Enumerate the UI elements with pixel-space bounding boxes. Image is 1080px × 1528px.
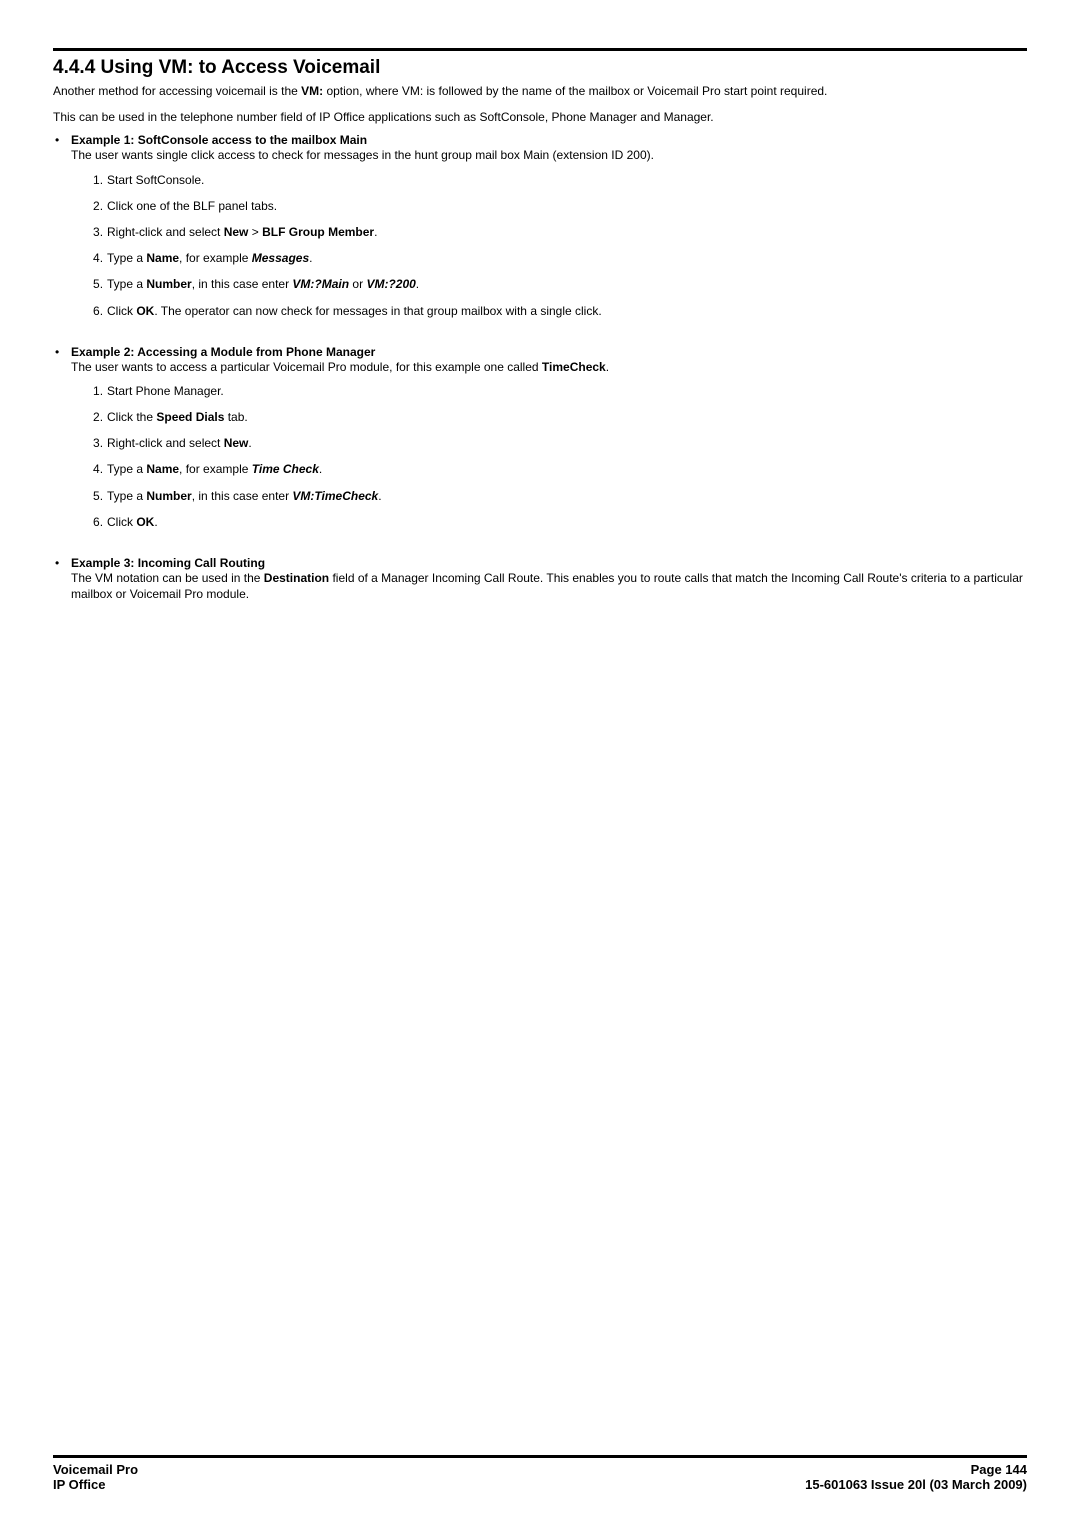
page-footer: Voicemail Pro IP Office Page 144 15-6010… <box>53 1455 1027 1492</box>
example-desc: The user wants single click access to ch… <box>71 147 1027 163</box>
text: Type a <box>107 251 146 265</box>
text: Right-click and select <box>107 436 224 450</box>
text: . <box>374 225 377 239</box>
step: Type a Number, in this case enter VM:Tim… <box>93 488 1027 504</box>
footer-product2: IP Office <box>53 1477 138 1492</box>
page-content: 4.4.4 Using VM: to Access Voicemail Anot… <box>53 48 1027 602</box>
steps-list: Start Phone Manager. Click the Speed Dia… <box>71 383 1027 530</box>
text-bold: VM: <box>301 84 323 98</box>
text: . <box>606 360 609 374</box>
examples-list: Example 1: SoftConsole access to the mai… <box>53 133 1027 602</box>
step: Start SoftConsole. <box>93 172 1027 188</box>
text: Type a <box>107 462 146 476</box>
text-bold: BLF Group Member <box>262 225 374 239</box>
footer-left: Voicemail Pro IP Office <box>53 1462 138 1492</box>
example-title: Example 2: Accessing a Module from Phone… <box>71 345 1027 359</box>
text-bold: OK <box>136 515 154 529</box>
text-bold: Number <box>146 277 191 291</box>
text-bold-italic: Time Check <box>252 462 319 476</box>
text-bold: Speed Dials <box>156 410 224 424</box>
text: The VM notation can be used in the <box>71 571 264 585</box>
footer-right: Page 144 15-601063 Issue 20l (03 March 2… <box>805 1462 1027 1492</box>
step: Type a Name, for example Messages. <box>93 250 1027 266</box>
text: Type a <box>107 489 146 503</box>
example-2: Example 2: Accessing a Module from Phone… <box>53 345 1027 530</box>
example-title: Example 3: Incoming Call Routing <box>71 556 1027 570</box>
text: Click <box>107 515 136 529</box>
step: Start Phone Manager. <box>93 383 1027 399</box>
text: Click <box>107 304 136 318</box>
text-bold: New <box>224 436 249 450</box>
example-title: Example 1: SoftConsole access to the mai… <box>71 133 1027 147</box>
text: . <box>416 277 419 291</box>
text: Another method for accessing voicemail i… <box>53 84 301 98</box>
text-bold-italic: VM:?Main <box>292 277 349 291</box>
footer-page: Page 144 <box>805 1462 1027 1477</box>
text: > <box>248 225 262 239</box>
text: . The operator can now check for message… <box>154 304 601 318</box>
text: or <box>349 277 366 291</box>
example-3: Example 3: Incoming Call Routing The VM … <box>53 556 1027 602</box>
text-bold: OK <box>136 304 154 318</box>
text: . <box>319 462 322 476</box>
footer-issue: 15-601063 Issue 20l (03 March 2009) <box>805 1477 1027 1492</box>
section-heading: 4.4.4 Using VM: to Access Voicemail <box>53 57 1027 79</box>
steps-list: Start SoftConsole. Click one of the BLF … <box>71 172 1027 319</box>
step: Click one of the BLF panel tabs. <box>93 198 1027 214</box>
text: . <box>248 436 251 450</box>
text-bold: New <box>224 225 249 239</box>
step: Type a Number, in this case enter VM:?Ma… <box>93 276 1027 292</box>
text-bold-italic: VM:TimeCheck <box>292 489 378 503</box>
intro-paragraph-1: Another method for accessing voicemail i… <box>53 83 1027 99</box>
text-bold-italic: VM:?200 <box>366 277 415 291</box>
text: . <box>378 489 381 503</box>
text: , in this case enter <box>192 489 293 503</box>
text: . <box>154 515 157 529</box>
text: , in this case enter <box>192 277 293 291</box>
step: Click the Speed Dials tab. <box>93 409 1027 425</box>
text: Type a <box>107 277 146 291</box>
text: , for example <box>179 251 252 265</box>
text-bold: Number <box>146 489 191 503</box>
text: The user wants to access a particular Vo… <box>71 360 542 374</box>
text-bold-italic: Messages <box>252 251 309 265</box>
text: . <box>309 251 312 265</box>
text: Right-click and select <box>107 225 224 239</box>
text-bold: TimeCheck <box>542 360 606 374</box>
step: Click OK. The operator can now check for… <box>93 303 1027 319</box>
text: tab. <box>224 410 247 424</box>
text-bold: Name <box>146 251 179 265</box>
text: , for example <box>179 462 252 476</box>
text-bold: Destination <box>264 571 329 585</box>
step: Click OK. <box>93 514 1027 530</box>
step: Type a Name, for example Time Check. <box>93 461 1027 477</box>
text: option, where VM: is followed by the nam… <box>323 84 827 98</box>
intro-paragraph-2: This can be used in the telephone number… <box>53 109 1027 125</box>
example-desc: The VM notation can be used in the Desti… <box>71 570 1027 602</box>
footer-product: Voicemail Pro <box>53 1462 138 1477</box>
example-desc: The user wants to access a particular Vo… <box>71 359 1027 375</box>
step: Right-click and select New. <box>93 435 1027 451</box>
text: Click the <box>107 410 156 424</box>
step: Right-click and select New > BLF Group M… <box>93 224 1027 240</box>
text-bold: Name <box>146 462 179 476</box>
example-1: Example 1: SoftConsole access to the mai… <box>53 133 1027 318</box>
